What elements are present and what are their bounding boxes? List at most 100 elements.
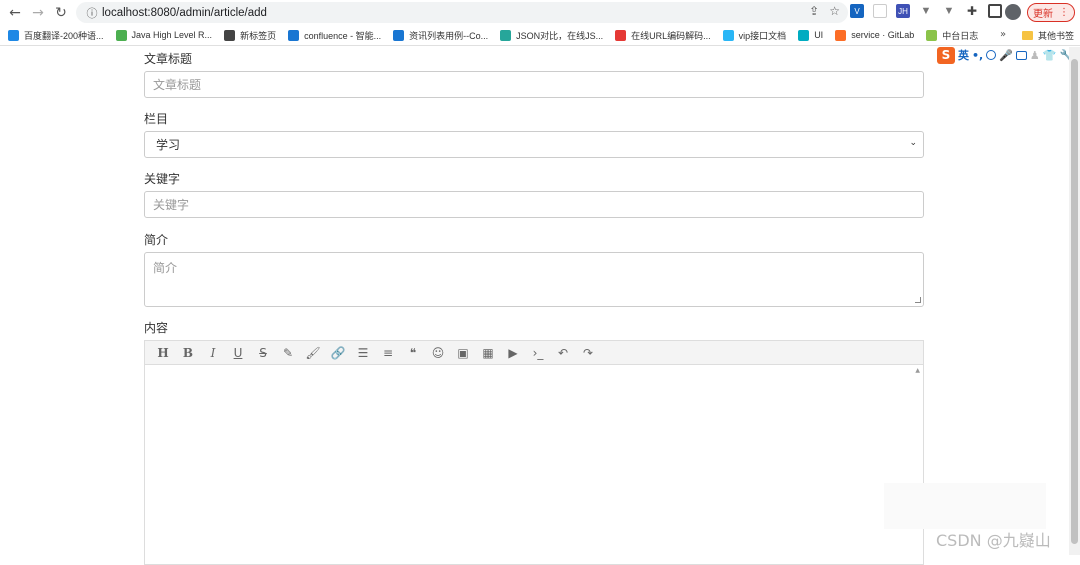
other-bookmarks-label: 其他书签 xyxy=(1038,32,1075,42)
user-ime-icon[interactable]: ♟ xyxy=(1030,49,1040,62)
bookmark-favicon-icon xyxy=(393,29,405,41)
video-icon[interactable]: ▶ xyxy=(505,345,521,361)
resize-handle-icon[interactable] xyxy=(915,297,921,303)
scroll-up-arrow-icon[interactable]: ▲ xyxy=(915,367,920,374)
bookmark-item[interactable]: confluence - 智能... xyxy=(288,29,381,42)
title-label: 文章标题 xyxy=(144,52,193,66)
url-text: localhost:8080/admin/article/add xyxy=(102,6,267,19)
summary-textarea[interactable] xyxy=(144,252,924,307)
ime-mode-label[interactable]: 英 xyxy=(958,47,969,63)
bookmark-label: vip接口文档 xyxy=(738,30,787,41)
puzzle-icon[interactable]: ✚ xyxy=(965,4,979,18)
share-icon[interactable]: ⇪ xyxy=(809,4,819,18)
bookmark-label: 资讯列表用例--Co... xyxy=(409,30,489,41)
ime-toolbar: S 英 •, 🎤 ♟ 👕 🔧 xyxy=(937,46,1073,64)
watermark-backdrop xyxy=(884,483,1046,529)
profile-avatar[interactable] xyxy=(1005,4,1021,20)
editor-content-area[interactable]: ▲ xyxy=(144,365,924,565)
highlighter-icon[interactable]: ✎ xyxy=(280,345,296,361)
strikethrough-icon[interactable]: S xyxy=(255,345,271,361)
keyword-input[interactable] xyxy=(144,191,924,218)
bookmark-favicon-icon xyxy=(500,29,512,41)
emoji-icon[interactable]: ☺ xyxy=(430,345,446,361)
bookmark-item[interactable]: JSON对比，在线JS... xyxy=(500,29,603,42)
bookmark-favicon-icon xyxy=(722,29,734,41)
bookmark-label: 在线URL编码解码... xyxy=(631,30,711,41)
site-info-icon[interactable]: ⓘ xyxy=(82,5,102,21)
bookmark-item[interactable]: 中台日志 xyxy=(926,29,978,42)
bookmark-star-icon[interactable]: ☆ xyxy=(829,4,840,18)
bookmark-favicon-icon xyxy=(8,29,19,41)
menu-dots-icon: ⋮ xyxy=(1059,7,1069,18)
list-icon[interactable]: ☰ xyxy=(355,345,371,361)
bookmark-label: Java High Level R... xyxy=(131,30,213,40)
bookmark-item[interactable]: vip接口文档 xyxy=(722,29,787,42)
bookmark-item[interactable]: UI xyxy=(798,29,824,41)
column-label: 栏目 xyxy=(144,112,169,126)
forward-icon[interactable]: → xyxy=(27,2,49,24)
keyboard-icon[interactable] xyxy=(1015,50,1027,60)
page-scrollbar[interactable] xyxy=(1069,47,1080,555)
browser-toolbar: ← → ↻ ⓘ localhost:8080/admin/article/add… xyxy=(0,0,1080,25)
table-icon[interactable]: ▦ xyxy=(480,345,496,361)
punct-icon[interactable]: •, xyxy=(972,49,983,62)
bookmark-label: confluence - 智能... xyxy=(304,30,382,41)
bookmark-favicon-icon xyxy=(224,29,236,41)
italic-icon[interactable]: I xyxy=(205,345,221,361)
twin-logo-icon[interactable]: V xyxy=(850,4,864,18)
sogou-logo-icon[interactable]: S xyxy=(937,46,955,64)
column-select-value: 学习 xyxy=(156,138,181,152)
bookmarks-bar: 百度翻译-200种语... Java High Level R... 新标签页 con… xyxy=(0,25,1080,46)
bookmark-label: 百度翻译-200种语... xyxy=(24,30,104,41)
v-icon[interactable]: ▼ xyxy=(919,4,933,18)
underline-icon[interactable]: U xyxy=(230,345,246,361)
bookmarks-overflow-icon[interactable]: » xyxy=(1000,29,1006,40)
code-icon[interactable]: ›_ xyxy=(530,345,546,361)
sidepanel-icon[interactable] xyxy=(988,4,1002,18)
bookmark-favicon-icon xyxy=(115,29,127,41)
update-label: 更新 xyxy=(1033,9,1053,20)
folder-icon xyxy=(1022,31,1033,40)
skin-icon[interactable]: 👕 xyxy=(1043,49,1057,62)
bookmark-favicon-icon xyxy=(835,29,847,41)
update-button[interactable]: 更新 ⋮ xyxy=(1027,3,1075,22)
bold-icon[interactable]: B xyxy=(180,345,196,361)
blank-page-icon[interactable] xyxy=(873,4,887,18)
bookmark-favicon-icon xyxy=(615,29,627,41)
align-icon[interactable]: ≡ xyxy=(380,345,396,361)
title-input[interactable] xyxy=(144,71,924,98)
other-bookmarks[interactable]: 其他书签 xyxy=(1022,29,1074,42)
jh-icon[interactable]: JH xyxy=(896,4,910,18)
content-label: 内容 xyxy=(144,321,169,335)
scrollbar-thumb[interactable] xyxy=(1071,59,1078,544)
link-icon[interactable]: 🔗 xyxy=(330,345,346,361)
bookmark-label: UI xyxy=(814,30,824,40)
quote-icon[interactable]: ❝ xyxy=(405,345,421,361)
keyword-label: 关键字 xyxy=(144,172,181,186)
address-bar[interactable]: ⓘ localhost:8080/admin/article/add ⇪ ☆ xyxy=(76,2,848,23)
emoji-ime-icon[interactable] xyxy=(986,50,997,60)
bookmark-label: 中台日志 xyxy=(942,30,979,41)
bookmark-label: 新标签页 xyxy=(240,30,277,41)
redo-icon[interactable]: ↷ xyxy=(580,345,596,361)
image-icon[interactable]: ▣ xyxy=(455,345,471,361)
bookmark-item[interactable]: 在线URL编码解码... xyxy=(615,29,711,42)
reload-icon[interactable]: ↻ xyxy=(50,2,72,24)
mic-icon[interactable]: 🎤 xyxy=(999,49,1013,62)
summary-label: 简介 xyxy=(144,233,169,247)
bookmark-item[interactable]: 百度翻译-200种语... xyxy=(8,29,104,42)
bookmark-favicon-icon xyxy=(926,29,938,41)
bookmark-item[interactable]: Java High Level R... xyxy=(115,29,213,41)
column-select[interactable]: 学习 ⌄ xyxy=(144,131,924,158)
bookmark-item[interactable]: service · GitLab xyxy=(835,29,914,41)
extension-bar: V JH ▼ ▼ ✚ xyxy=(850,4,1002,18)
bookmark-label: JSON对比，在线JS... xyxy=(516,30,604,41)
editor-toolbar: H B I U S ✎ 🖌 🔗 ☰ ≡ ❝ ☺ ▣ ▦ ▶ ›_ ↶ ↷ xyxy=(144,340,924,365)
heading-icon[interactable]: H xyxy=(155,345,171,361)
bookmark-item[interactable]: 新标签页 xyxy=(224,29,276,42)
undo-icon[interactable]: ↶ xyxy=(555,345,571,361)
bookmark-item[interactable]: 资讯列表用例--Co... xyxy=(393,29,488,42)
brush-icon[interactable]: 🖌 xyxy=(305,345,321,361)
back-icon[interactable]: ← xyxy=(4,2,26,24)
v-icon-2[interactable]: ▼ xyxy=(942,4,956,18)
